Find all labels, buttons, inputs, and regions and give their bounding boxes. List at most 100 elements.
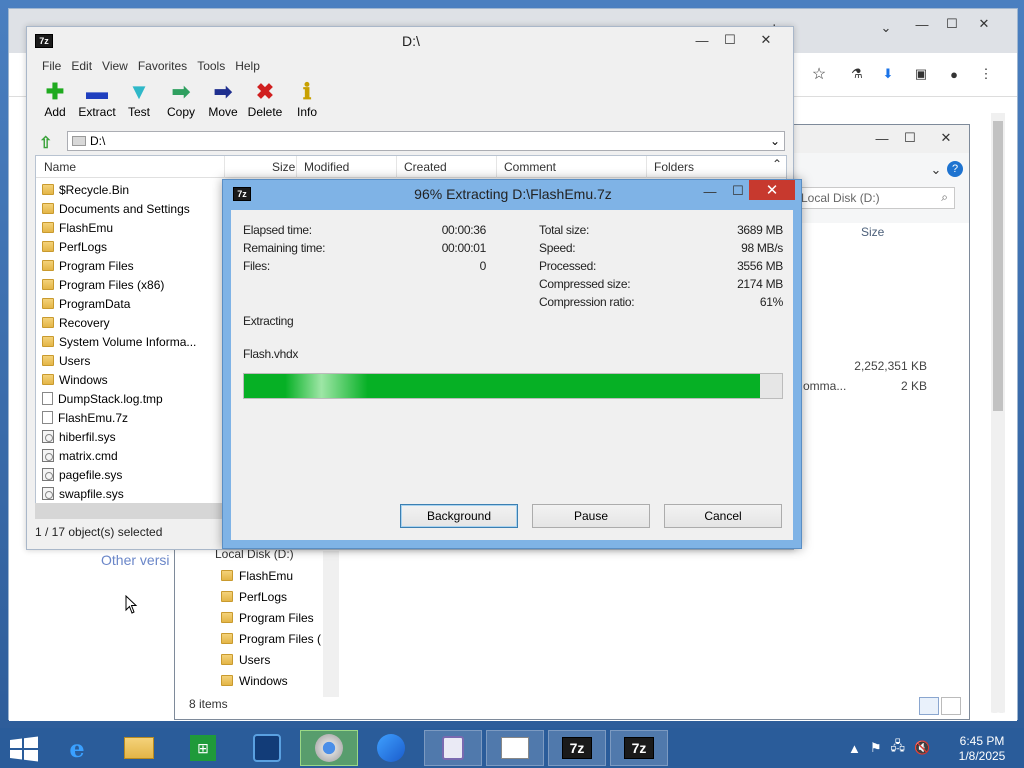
maximize-button[interactable]: ☐ xyxy=(715,29,745,51)
tree-item[interactable]: FlashEmu xyxy=(183,565,333,586)
folder-icon xyxy=(221,633,233,644)
network-icon[interactable]: 🖧 xyxy=(891,737,906,759)
minimize-button[interactable]: — xyxy=(695,180,725,202)
media-icon[interactable] xyxy=(424,730,482,766)
close-button[interactable]: ✕ xyxy=(969,13,999,35)
list-item[interactable]: Windows xyxy=(42,370,108,389)
list-item[interactable]: matrix.cmd xyxy=(42,446,118,465)
notepad-icon[interactable] xyxy=(486,730,544,766)
add-button[interactable]: ✚ Add xyxy=(33,79,77,125)
file-icon xyxy=(42,411,53,424)
horizontal-scrollbar[interactable] xyxy=(35,503,235,519)
background-button[interactable]: Background xyxy=(400,504,518,528)
menu-kebab-icon[interactable]: ⋮ xyxy=(971,63,1001,85)
list-item[interactable]: DumpStack.log.tmp xyxy=(42,389,163,408)
column-header-name[interactable]: Name xyxy=(44,160,76,174)
menu-view[interactable]: View xyxy=(97,57,133,77)
close-button[interactable]: ✕ xyxy=(745,29,787,51)
tree-item[interactable]: Windows xyxy=(183,670,333,691)
list-item[interactable]: FlashEmu xyxy=(42,218,113,237)
menu-edit[interactable]: Edit xyxy=(66,57,97,77)
info-button[interactable]: ℹ Info xyxy=(285,79,329,125)
details-view-icon[interactable] xyxy=(919,697,939,715)
menu-tools[interactable]: Tools xyxy=(192,57,230,77)
column-header-comment[interactable]: Comment xyxy=(504,160,556,174)
test-button[interactable]: ▼ Test xyxy=(117,79,161,125)
7zip-icon[interactable]: 7z xyxy=(610,730,668,766)
list-item[interactable]: hiberfil.sys xyxy=(42,427,116,446)
action-center-flag-icon[interactable]: ⚑ xyxy=(870,740,882,756)
menu-file[interactable]: File xyxy=(37,57,66,77)
chevron-down-icon[interactable]: ⌄ xyxy=(770,134,780,148)
system-file-icon xyxy=(42,468,54,481)
7zip-icon[interactable]: 7z xyxy=(548,730,606,766)
list-item[interactable]: ProgramData xyxy=(42,294,130,313)
list-item[interactable]: Program Files (x86) xyxy=(42,275,164,294)
status-bar: 1 / 17 object(s) selected xyxy=(35,525,163,539)
ie-icon[interactable]: e xyxy=(48,730,106,766)
list-item[interactable]: Program Files xyxy=(42,256,134,275)
bookmark-star-icon[interactable]: ☆ xyxy=(804,63,834,85)
other-versions-link[interactable]: Other versi xyxy=(101,552,169,568)
help-icon[interactable]: ? xyxy=(947,161,963,177)
tree-item[interactable]: Program Files xyxy=(183,607,333,628)
address-bar[interactable]: D:\ ⌄ xyxy=(67,131,785,151)
store-icon[interactable]: ⊞ xyxy=(174,730,232,766)
tab-search-icon[interactable]: ⌄ xyxy=(871,17,901,39)
column-header-size[interactable]: Size xyxy=(861,225,884,239)
profile-icon[interactable]: ● xyxy=(939,63,969,85)
tray-overflow-icon[interactable]: ▲ xyxy=(848,741,861,756)
scroll-up-icon[interactable]: ⌃ xyxy=(772,157,782,171)
file-explorer-icon[interactable] xyxy=(110,730,168,766)
minimize-button[interactable]: — xyxy=(687,29,717,51)
list-item[interactable]: FlashEmu.7z xyxy=(42,408,128,427)
maximize-button[interactable]: ☐ xyxy=(937,13,967,35)
search-input[interactable]: Local Disk (D:) ⌕ xyxy=(795,187,955,209)
up-folder-icon[interactable]: ⇧ xyxy=(39,133,57,152)
list-item[interactable]: System Volume Informa... xyxy=(42,332,196,351)
column-header-folders[interactable]: Folders xyxy=(654,160,694,174)
column-header-size[interactable]: Size xyxy=(272,160,295,174)
menu-favorites[interactable]: Favorites xyxy=(133,57,192,77)
copy-button[interactable]: ➡ Copy xyxy=(159,79,203,125)
column-header-modified[interactable]: Modified xyxy=(304,160,349,174)
tree-item[interactable]: PerfLogs xyxy=(183,586,333,607)
list-item[interactable]: swapfile.sys xyxy=(42,484,124,503)
extract-button[interactable]: ▬ Extract xyxy=(75,79,119,125)
large-icons-view-icon[interactable] xyxy=(941,697,961,715)
close-button[interactable]: ✕ xyxy=(931,127,961,149)
list-item[interactable]: Recovery xyxy=(42,313,110,332)
list-item[interactable]: $Recycle.Bin xyxy=(42,180,129,199)
list-item[interactable]: 2,252,351 KB xyxy=(803,359,953,377)
tree-item[interactable]: Program Files ( xyxy=(183,628,333,649)
windows-start-icon[interactable] xyxy=(8,736,40,762)
minimize-button[interactable]: — xyxy=(867,127,897,149)
volume-muted-icon[interactable]: 🔇 xyxy=(914,740,930,756)
delete-button[interactable]: ✖ Delete xyxy=(243,79,287,125)
download-icon[interactable]: ⬇ xyxy=(873,63,903,85)
minimize-button[interactable]: — xyxy=(907,13,937,35)
list-item[interactable]: PerfLogs xyxy=(42,237,107,256)
list-item[interactable]: omma... 2 KB xyxy=(803,379,953,397)
move-button[interactable]: ➡ Move xyxy=(201,79,245,125)
menu-help[interactable]: Help xyxy=(230,57,265,77)
list-item[interactable]: Users xyxy=(42,351,90,370)
side-panel-icon[interactable]: ▣ xyxy=(906,63,936,85)
file-name: matrix.cmd xyxy=(59,448,118,463)
list-item[interactable]: Documents and Settings xyxy=(42,199,190,218)
chrome-icon[interactable] xyxy=(300,730,358,766)
extension-icon[interactable]: ⚗ xyxy=(842,63,872,85)
edge-icon[interactable] xyxy=(362,730,420,766)
folder-icon xyxy=(221,570,233,581)
browser-scroll-thumb[interactable] xyxy=(993,121,1003,411)
column-header-created[interactable]: Created xyxy=(404,160,447,174)
pause-button[interactable]: Pause xyxy=(532,504,650,528)
maximize-button[interactable]: ☐ xyxy=(895,127,925,149)
close-button[interactable]: ✕ xyxy=(749,180,795,200)
list-item[interactable]: pagefile.sys xyxy=(42,465,122,484)
tree-item[interactable]: Users xyxy=(183,649,333,670)
cancel-button[interactable]: Cancel xyxy=(664,504,782,528)
clock[interactable]: 6:45 PM 1/8/2025 xyxy=(944,734,1020,764)
tree-scrollbar[interactable] xyxy=(323,551,339,697)
app-icon[interactable] xyxy=(238,730,296,766)
